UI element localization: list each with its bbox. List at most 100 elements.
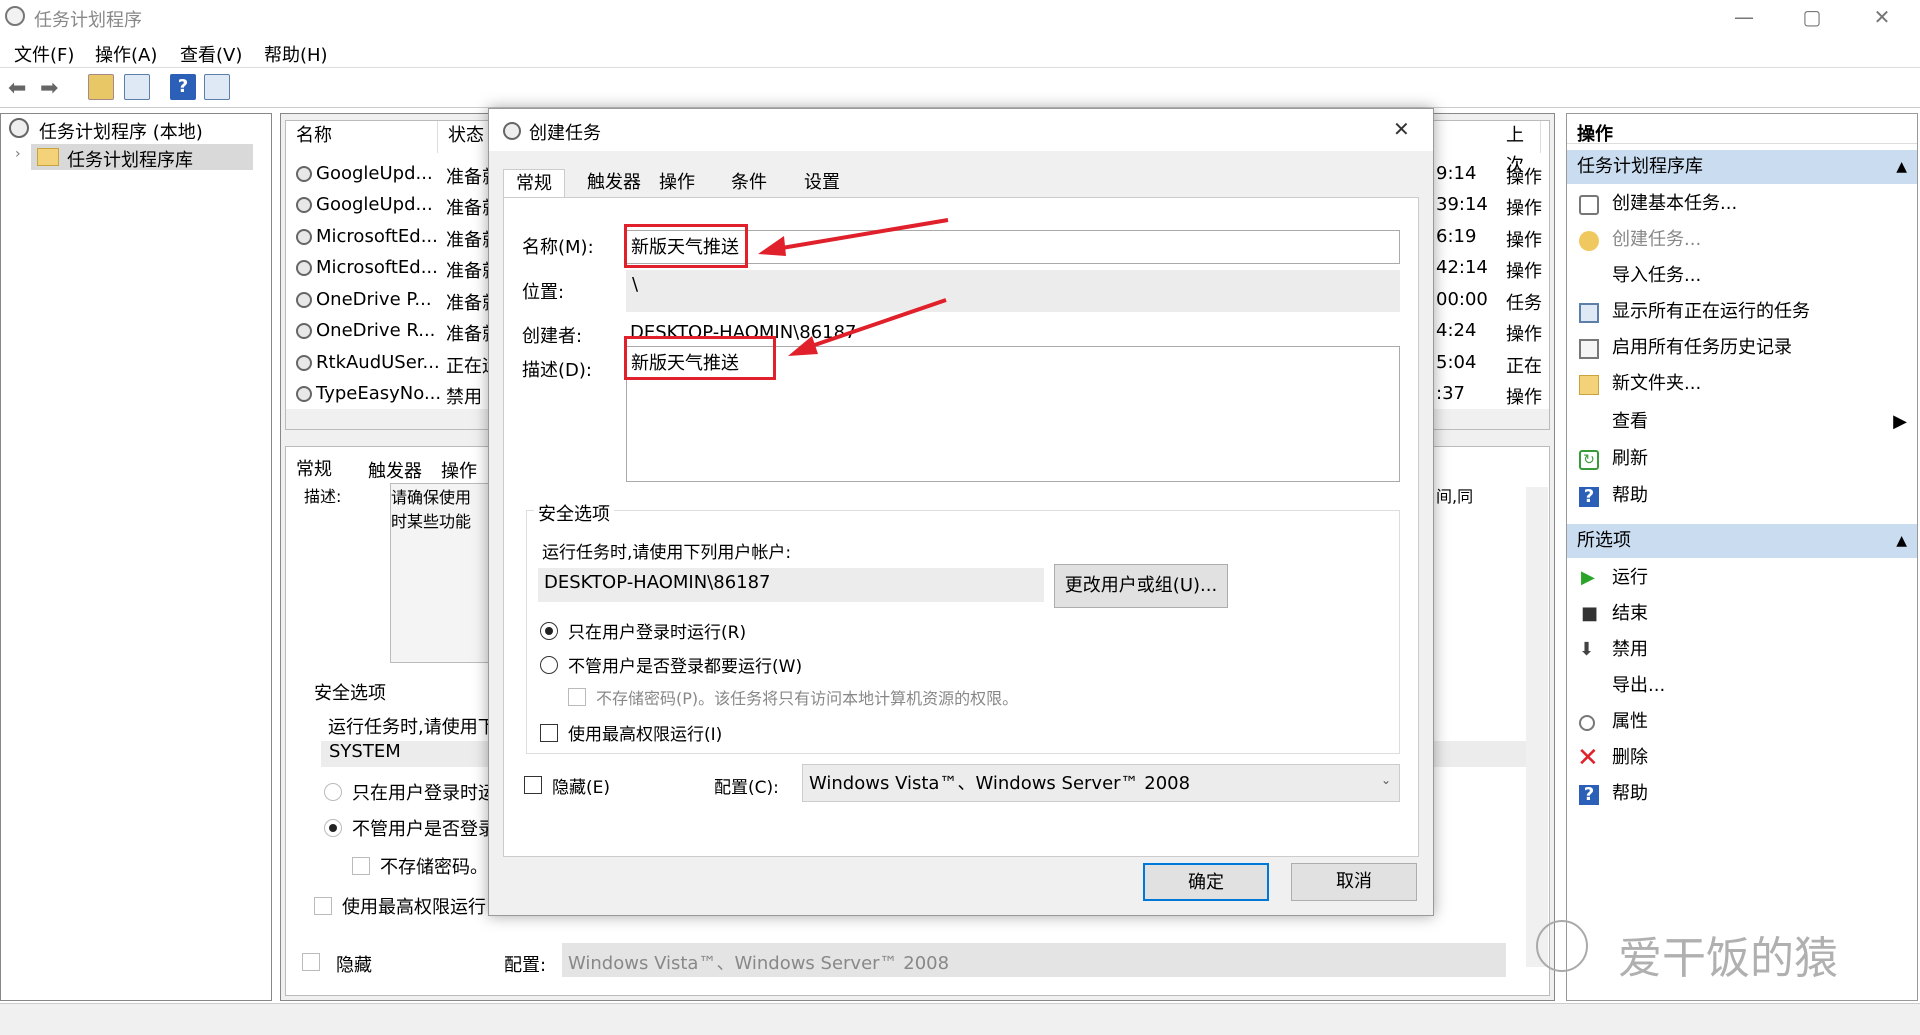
actions-header: 操作 bbox=[1567, 114, 1917, 145]
action-run[interactable]: ▶ 运行 bbox=[1567, 560, 1917, 596]
navigation-tree: 任务计划程序 (本地) › 任务计划程序库 bbox=[0, 113, 272, 1001]
general-tab-panel: 名称(M): 新版天气推送 位置: \ 创建者: DESKTOP-HAOMIN\… bbox=[503, 197, 1419, 857]
tab-actions[interactable]: 操作 bbox=[647, 169, 707, 199]
config-select[interactable]: Windows Vista™、Windows Server™ 2008 ⌄ bbox=[802, 764, 1400, 802]
section-selected-label: 所选项 bbox=[1577, 530, 1631, 551]
action-help[interactable]: ? 帮助 bbox=[1567, 478, 1917, 514]
arrow-head bbox=[788, 336, 818, 356]
detail-radio-2 bbox=[324, 819, 342, 837]
run-as-text: 运行任务时,请使用下列用户帐户: bbox=[542, 543, 792, 563]
detail-tab-actions[interactable]: 操作 bbox=[441, 457, 477, 483]
column-name[interactable]: 名称 bbox=[286, 121, 438, 153]
column-last-run[interactable]: 上次 bbox=[1496, 121, 1541, 176]
section-library[interactable]: 任务计划程序库 ▲ bbox=[1567, 150, 1917, 184]
chevron-right-icon[interactable]: › bbox=[15, 146, 21, 162]
action-export[interactable]: 导出... bbox=[1567, 668, 1917, 704]
action-label: 帮助 bbox=[1612, 485, 1648, 506]
tree-item-library[interactable]: 任务计划程序库 bbox=[67, 146, 193, 172]
action-label: 属性 bbox=[1612, 711, 1648, 732]
arrow-head bbox=[758, 236, 786, 256]
action-properties[interactable]: 属性 bbox=[1567, 704, 1917, 740]
detail-tab-triggers[interactable]: 触发器 bbox=[368, 457, 422, 483]
collapse-up-icon[interactable]: ▲ bbox=[1896, 150, 1907, 184]
action-enable-history[interactable]: 启用所有任务历史记录 bbox=[1567, 330, 1917, 366]
vertical-scrollbar[interactable] bbox=[1526, 487, 1548, 967]
radio-any-login-label: 不管用户是否登录都要运行(W) bbox=[568, 657, 803, 677]
no-store-password-label: 不存储密码(P)。该任务将只有访问本地计算机资源的权限。 bbox=[596, 689, 1019, 708]
show-action-pane-icon[interactable] bbox=[204, 74, 230, 100]
task-time: 6:19 bbox=[1436, 226, 1477, 247]
maximize-button[interactable]: ▢ bbox=[1784, 0, 1840, 36]
action-import[interactable]: 导入任务... bbox=[1567, 258, 1917, 294]
action-disable[interactable]: ⬇ 禁用 bbox=[1567, 632, 1917, 668]
clock-icon bbox=[296, 260, 312, 276]
radio-any-login[interactable] bbox=[540, 656, 558, 674]
task-result: 操作 bbox=[1506, 387, 1542, 408]
action-create-task[interactable]: 创建任务... bbox=[1567, 222, 1917, 258]
action-label: 导出... bbox=[1612, 675, 1666, 696]
section-selected[interactable]: 所选项 ▲ bbox=[1567, 524, 1917, 558]
ok-button[interactable]: 确定 bbox=[1143, 863, 1269, 901]
menu-file[interactable]: 文件(F) bbox=[14, 41, 74, 67]
dialog-title: 创建任务 bbox=[529, 123, 601, 144]
highest-privilege-checkbox[interactable] bbox=[540, 724, 558, 742]
dialog-close-button[interactable]: ✕ bbox=[1393, 117, 1410, 141]
tab-triggers[interactable]: 触发器 bbox=[575, 169, 653, 199]
back-arrow-icon[interactable]: ⬅ bbox=[8, 76, 26, 101]
detail-desc-right: 间,同 bbox=[1436, 487, 1474, 506]
task-name: RtkAudUSer... bbox=[316, 352, 440, 373]
tab-conditions[interactable]: 条件 bbox=[719, 169, 779, 199]
task-result: 正在 bbox=[1506, 356, 1542, 377]
action-end[interactable]: ■ 结束 bbox=[1567, 596, 1917, 632]
task-result: 操作 bbox=[1506, 198, 1542, 219]
minimize-button[interactable]: — bbox=[1716, 0, 1772, 36]
down-arrow-icon: ⬇ bbox=[1579, 639, 1595, 660]
action-create-basic[interactable]: 创建基本任务... bbox=[1567, 186, 1917, 222]
refresh-icon: ↻ bbox=[1579, 450, 1599, 470]
show-hide-tree-icon[interactable] bbox=[124, 74, 150, 100]
task-name: MicrosoftEd... bbox=[316, 226, 438, 247]
create-task-dialog: 创建任务 ✕ 常规 触发器 操作 条件 设置 名称(M): 新版天气推送 位置:… bbox=[488, 108, 1434, 916]
create-task-icon bbox=[1579, 231, 1599, 251]
change-user-button[interactable]: 更改用户或组(U)... bbox=[1054, 564, 1228, 608]
clock-icon bbox=[296, 292, 312, 308]
folder-icon bbox=[1579, 375, 1599, 395]
section-library-label: 任务计划程序库 bbox=[1577, 156, 1703, 177]
arrow-line bbox=[769, 218, 949, 252]
menu-action[interactable]: 操作(A) bbox=[95, 41, 157, 67]
forward-arrow-icon[interactable]: ➡ bbox=[40, 76, 58, 101]
action-show-running[interactable]: 显示所有正在运行的任务 bbox=[1567, 294, 1917, 330]
action-view[interactable]: 查看 ▶ bbox=[1567, 404, 1917, 440]
action-label: 查看 bbox=[1612, 411, 1648, 432]
help-icon: ? bbox=[1579, 487, 1599, 507]
help-icon: ? bbox=[1579, 785, 1599, 805]
help-icon[interactable]: ? bbox=[170, 74, 196, 100]
toolbar: ⬅ ➡ ? bbox=[0, 68, 1920, 108]
task-time: 9:14 bbox=[1436, 163, 1477, 184]
folder-up-icon[interactable] bbox=[88, 74, 114, 100]
tab-settings[interactable]: 设置 bbox=[792, 169, 852, 199]
task-name: GoogleUpd... bbox=[316, 163, 433, 184]
task-result: 操作 bbox=[1506, 261, 1542, 282]
tree-root[interactable]: 任务计划程序 (本地) bbox=[39, 118, 203, 144]
close-button[interactable]: ✕ bbox=[1854, 0, 1910, 36]
radio-logged-on[interactable] bbox=[540, 622, 558, 640]
hidden-checkbox[interactable] bbox=[524, 776, 542, 794]
action-delete[interactable]: ✕ 删除 bbox=[1567, 740, 1917, 776]
dialog-title-bar: 创建任务 ✕ bbox=[489, 109, 1433, 151]
tab-general[interactable]: 常规 bbox=[503, 169, 565, 200]
action-help-2[interactable]: ? 帮助 bbox=[1567, 776, 1917, 812]
detail-tab-general[interactable]: 常规 bbox=[296, 455, 332, 481]
menu-help[interactable]: 帮助(H) bbox=[264, 41, 328, 67]
play-icon: ▶ bbox=[1581, 567, 1595, 588]
collapse-up-icon[interactable]: ▲ bbox=[1896, 524, 1907, 558]
cancel-button[interactable]: 取消 bbox=[1291, 863, 1417, 901]
config-value: Windows Vista™、Windows Server™ 2008 bbox=[809, 773, 1191, 794]
action-refresh[interactable]: ↻ 刷新 bbox=[1567, 441, 1917, 477]
watermark-text: 爱干饭的猿 bbox=[1618, 933, 1838, 984]
menu-view[interactable]: 查看(V) bbox=[180, 41, 242, 67]
detail-check-nostore bbox=[352, 857, 370, 875]
detail-run-as: 运行任务时,请使用下 bbox=[328, 717, 496, 738]
action-new-folder[interactable]: 新文件夹... bbox=[1567, 366, 1917, 402]
detail-opt2: 不管用户是否登录 bbox=[352, 819, 496, 840]
